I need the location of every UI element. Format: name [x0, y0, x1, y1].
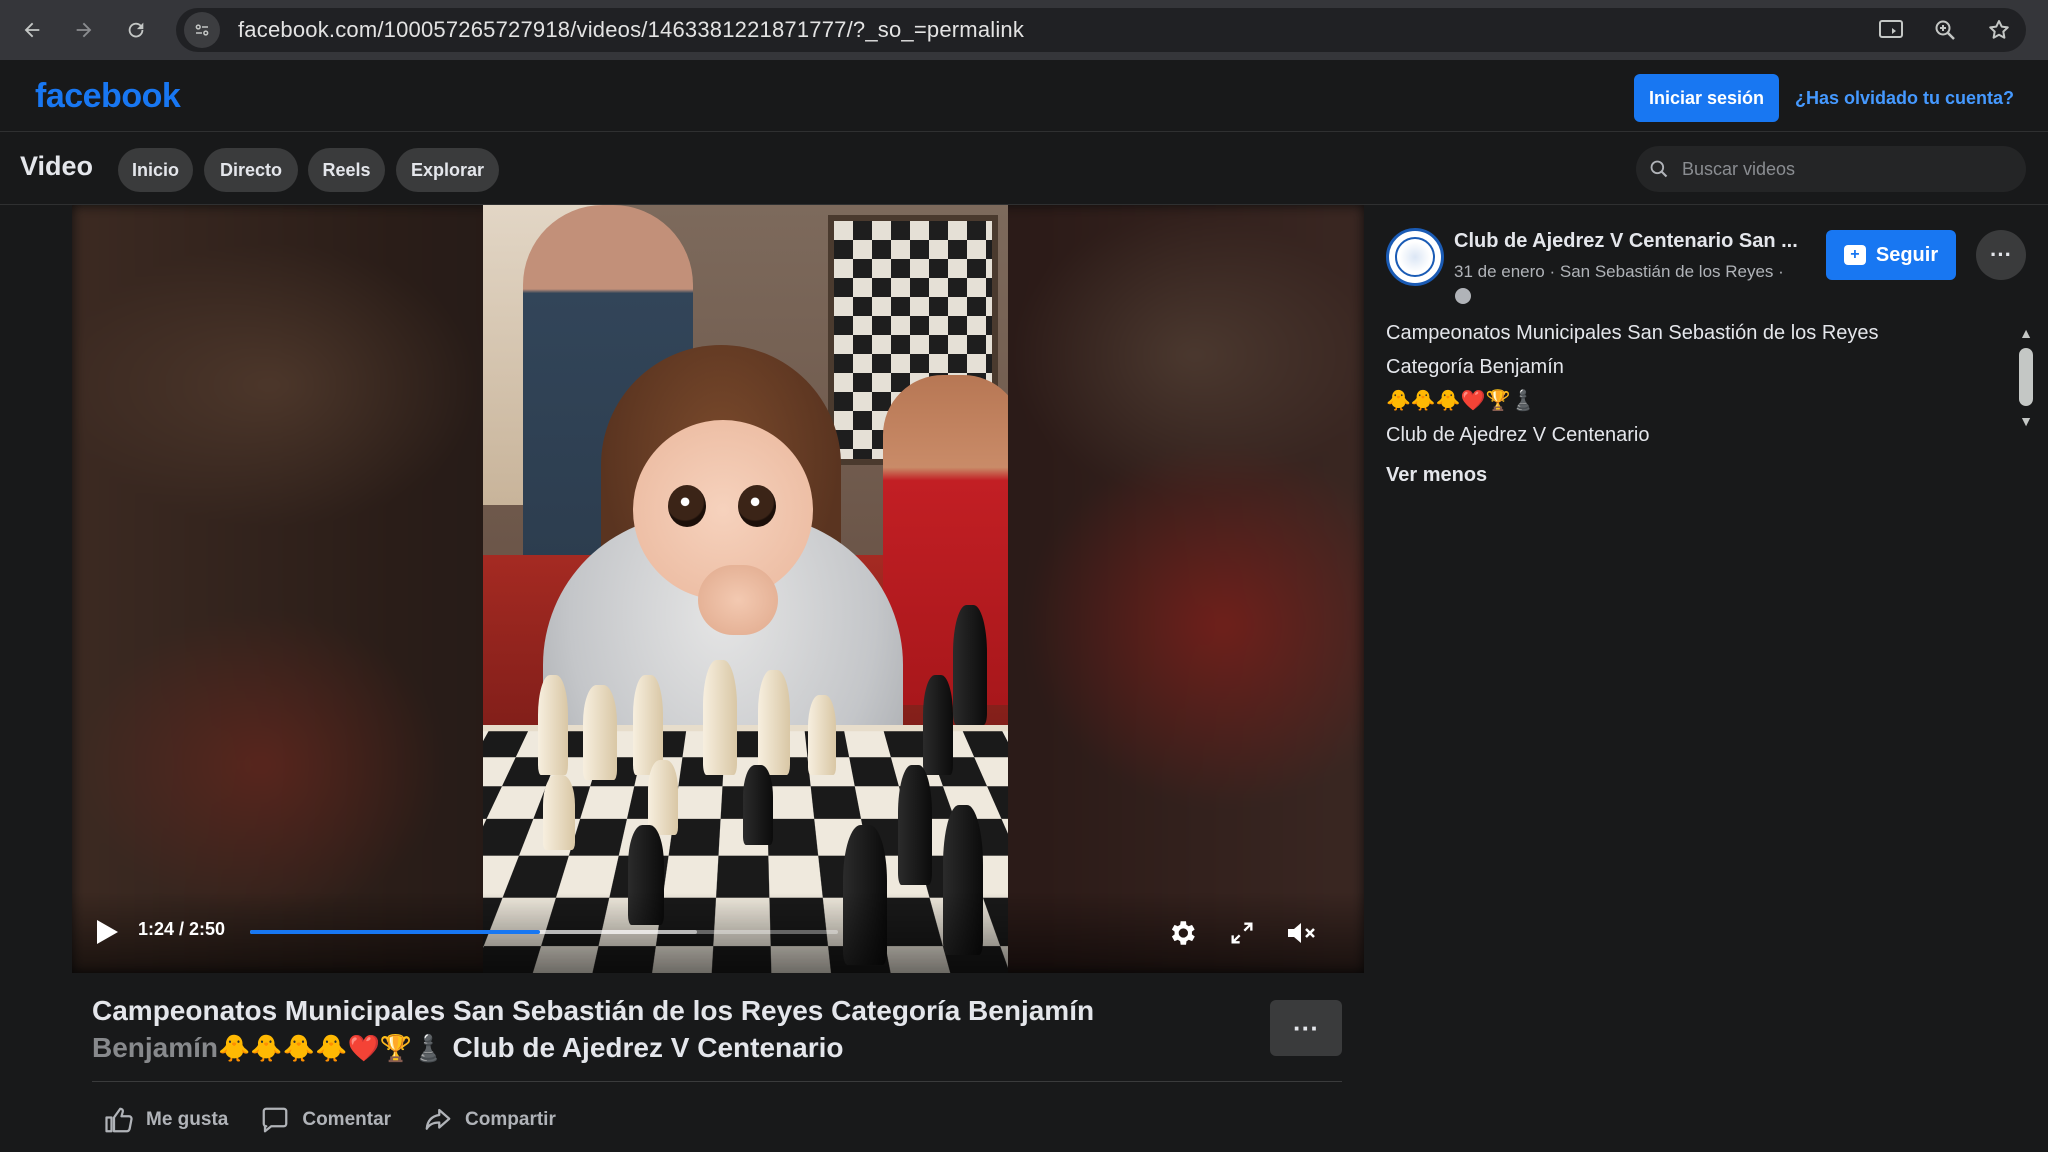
chess-piece [538, 675, 568, 775]
post-more-options-button[interactable]: ··· [1270, 1000, 1342, 1056]
description-line: Campeonatos Municipales San Sebastión de… [1386, 322, 1879, 344]
back-arrow-icon[interactable] [6, 0, 58, 60]
avatar[interactable] [1386, 228, 1444, 286]
facebook-header: facebook Iniciar sesión ¿Has olvidado tu… [0, 60, 2048, 132]
see-less-link[interactable]: Ver menos [1386, 458, 2006, 492]
scroll-thumb[interactable] [2019, 348, 2033, 406]
video-controls: 1:24 / 2:50 [72, 893, 1364, 973]
like-button[interactable]: Me gusta [104, 1105, 228, 1135]
post-actions: Me gusta Comentar Compartir [104, 1100, 588, 1140]
video-player[interactable]: 1:24 / 2:50 [72, 205, 1364, 973]
site-info-button[interactable] [180, 8, 224, 52]
post-title-line2: Benjamín🐥🐥🐥🐥❤️🏆♟️ Club de Ajedrez V Cent… [92, 1029, 1242, 1067]
mute-icon[interactable] [1282, 913, 1322, 953]
address-bar[interactable]: facebook.com/100057265727918/videos/1463… [176, 8, 2026, 52]
video-frame[interactable] [483, 205, 1008, 973]
globe-icon [1455, 288, 1471, 304]
tab-explorar[interactable]: Explorar [396, 148, 499, 192]
chess-piece [743, 765, 773, 845]
search-icon [1636, 159, 1682, 179]
post-title-suffix: Club de Ajedrez V Centenario [452, 1032, 844, 1063]
comment-label: Comentar [302, 1109, 392, 1130]
page-title: Video [20, 151, 94, 181]
chess-piece [543, 775, 575, 850]
settings-gear-icon[interactable] [1162, 913, 1202, 953]
chess-piece [808, 695, 836, 775]
page-more-options-button[interactable]: ··· [1976, 230, 2026, 280]
post-meta: 31 de enero · San Sebastián de los Reyes… [1454, 262, 1784, 281]
tab-reels[interactable]: Reels [308, 148, 385, 192]
video-nav-bar: Video Inicio Directo Reels Explorar [0, 133, 2048, 205]
search-input[interactable] [1682, 158, 2002, 180]
chess-piece [898, 765, 932, 885]
chess-piece [953, 605, 987, 725]
reload-icon[interactable] [110, 0, 162, 60]
post-title-emojis: 🐥🐥🐥🐥❤️🏆♟️ [218, 1033, 445, 1063]
chess-piece [703, 660, 737, 775]
tab-directo[interactable]: Directo [204, 148, 298, 192]
post-title-prefix: Benjamín [92, 1032, 219, 1063]
post-description: Campeonatos Municipales San Sebastión de… [1386, 316, 2006, 492]
forgot-account-link[interactable]: ¿Has olvidado tu cuenta? [1795, 74, 2014, 122]
chess-piece [648, 760, 678, 835]
video-search[interactable] [1636, 146, 2026, 192]
description-scrollbar[interactable]: ▲ ▼ [2014, 324, 2038, 448]
description-line: Categoría Benjamín [1386, 356, 1564, 378]
follow-label: Seguir [1875, 243, 1939, 266]
tab-inicio[interactable]: Inicio [118, 148, 193, 192]
fullscreen-icon[interactable] [1222, 913, 1262, 953]
description-line: Club de Ajedrez V Centenario [1386, 424, 1650, 446]
scroll-down-icon[interactable]: ▼ [2014, 412, 2038, 430]
post-title-line1: Campeonatos Municipales San Sebastián de… [92, 995, 1095, 1026]
post-title: Campeonatos Municipales San Sebastián de… [92, 992, 1242, 1067]
url-text[interactable]: facebook.com/100057265727918/videos/1463… [238, 17, 1024, 43]
bookmark-star-icon[interactable] [1972, 8, 2026, 52]
cast-icon[interactable] [1864, 8, 1918, 52]
video-progress-bar[interactable] [250, 930, 838, 934]
comment-icon [262, 1107, 288, 1133]
scroll-up-icon[interactable]: ▲ [2014, 324, 2038, 342]
zoom-icon[interactable] [1918, 8, 1972, 52]
video-progress-fill [250, 930, 541, 934]
share-button[interactable]: Compartir [423, 1105, 556, 1135]
share-icon [425, 1108, 451, 1130]
follow-plus-icon: + [1843, 245, 1866, 265]
post-sidebar: Club de Ajedrez V Centenario San ... 31 … [1366, 206, 2048, 1152]
play-icon[interactable] [90, 915, 124, 949]
forward-arrow-icon[interactable] [58, 0, 110, 60]
video-time: 1:24 / 2:50 [138, 919, 226, 939]
thumbs-up-icon [105, 1107, 133, 1133]
divider [92, 1081, 1342, 1082]
share-label: Compartir [465, 1109, 556, 1130]
chess-piece [923, 675, 953, 775]
club-logo-icon [1395, 237, 1435, 277]
facebook-logo[interactable]: facebook [35, 77, 181, 116]
chess-piece [583, 685, 617, 780]
page-name-link[interactable]: Club de Ajedrez V Centenario San ... [1454, 230, 1814, 253]
like-label: Me gusta [146, 1109, 229, 1130]
browser-toolbar: facebook.com/100057265727918/videos/1463… [0, 0, 2048, 60]
chess-piece [758, 670, 790, 775]
login-button[interactable]: Iniciar sesión [1634, 74, 1779, 122]
comment-button[interactable]: Comentar [260, 1105, 391, 1135]
follow-button[interactable]: + Seguir [1826, 230, 1956, 280]
description-line: 🐥🐥🐥❤️🏆♟️ [1386, 390, 1536, 412]
tune-icon [184, 12, 220, 48]
